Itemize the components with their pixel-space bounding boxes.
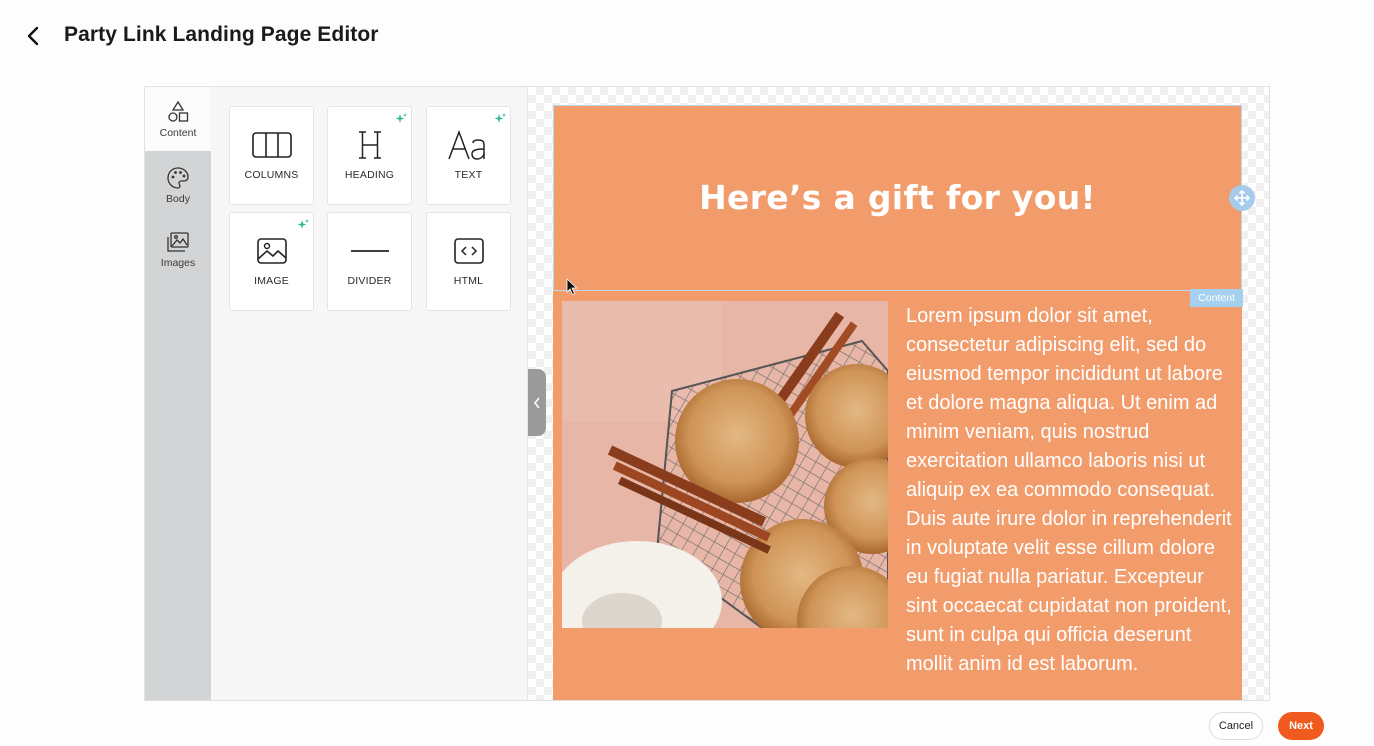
palette-icon	[167, 166, 189, 189]
block-heading[interactable]: HEADING	[327, 106, 412, 205]
tab-label: Content	[159, 126, 197, 139]
tab-images[interactable]: Images	[145, 217, 211, 281]
images-icon	[167, 231, 189, 252]
text-icon	[447, 129, 485, 160]
block-html[interactable]: HTML	[426, 212, 511, 311]
tab-label: Images	[160, 256, 196, 269]
back-button[interactable]	[22, 24, 46, 48]
tab-content[interactable]: Content	[145, 87, 211, 151]
content-row[interactable]: Content Lorem ipsum dolor sit amet, cons…	[553, 289, 1243, 700]
body-text[interactable]: Lorem ipsum dolor sit amet, consectetur …	[906, 302, 1238, 679]
block-columns[interactable]: COLUMNS	[229, 106, 314, 205]
cookies-photo[interactable]	[562, 301, 888, 628]
move-icon	[1234, 190, 1250, 206]
divider-icon	[350, 250, 389, 252]
page-header: Party Link Landing Page Editor	[0, 0, 1374, 72]
landing-page-editor: Content Body Images COLUMNS HEADING TEXT	[144, 86, 1270, 701]
cancel-button[interactable]: Cancel	[1209, 712, 1263, 740]
shapes-icon	[168, 100, 189, 122]
block-label: HTML	[453, 275, 484, 287]
chevron-left-icon	[533, 397, 540, 408]
heading-icon	[358, 131, 381, 159]
hero-heading[interactable]: Here’s a gift for you!	[554, 178, 1241, 217]
block-label: DIVIDER	[347, 275, 392, 287]
block-divider[interactable]: DIVIDER	[327, 212, 412, 311]
next-button[interactable]: Next	[1278, 712, 1324, 740]
block-label: HEADING	[344, 169, 395, 181]
tab-label: Body	[166, 192, 190, 205]
chevron-left-icon	[27, 26, 39, 46]
page-title: Party Link Landing Page Editor	[64, 23, 379, 46]
block-label: TEXT	[454, 169, 483, 181]
block-image[interactable]: IMAGE	[229, 212, 314, 311]
ai-sparkle-icon	[494, 113, 506, 123]
block-label: IMAGE	[254, 275, 289, 287]
mouse-cursor-icon	[566, 278, 578, 296]
landing-page-preview: Here’s a gift for you! Content Lorem ips…	[553, 105, 1255, 700]
ai-sparkle-icon	[297, 219, 309, 229]
content-blocks-panel: COLUMNS HEADING TEXT IMAGE DIVIDER HTML	[211, 87, 528, 700]
html-icon	[453, 238, 484, 264]
move-handle[interactable]	[1229, 185, 1255, 211]
sidebar-tabs: Content Body Images	[145, 87, 211, 700]
hero-row[interactable]: Here’s a gift for you!	[553, 105, 1242, 291]
cookies-image	[562, 301, 888, 628]
collapse-panel-button[interactable]	[528, 369, 546, 436]
design-canvas[interactable]: Here’s a gift for you! Content Lorem ips…	[528, 87, 1269, 700]
block-label: COLUMNS	[244, 169, 299, 181]
columns-icon	[251, 132, 292, 158]
ai-sparkle-icon	[395, 113, 407, 123]
tab-body[interactable]: Body	[145, 153, 211, 217]
block-text[interactable]: TEXT	[426, 106, 511, 205]
image-icon	[256, 238, 287, 264]
